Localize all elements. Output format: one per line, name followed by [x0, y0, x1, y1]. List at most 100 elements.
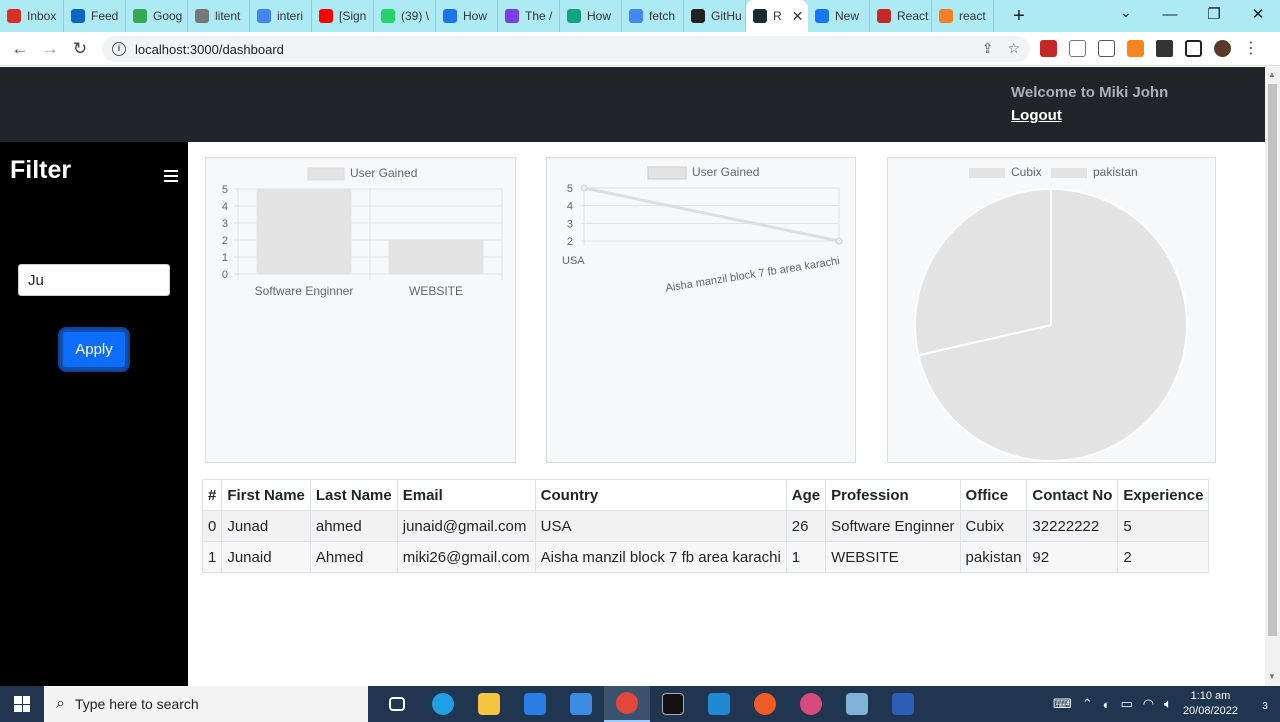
browser-tab[interactable]: fetch — [622, 0, 684, 32]
site-info-icon[interactable]: i — [112, 42, 126, 56]
filter-sidebar: Filter Apply — [0, 142, 188, 686]
table-cell: Junaid — [221, 541, 311, 573]
tab-active[interactable]: R ✕ — [746, 0, 808, 32]
edge-icon[interactable] — [420, 686, 466, 722]
tab-label: Feed — [91, 9, 119, 23]
column-header: Contact No — [1026, 479, 1119, 511]
table-cell: 1 — [201, 541, 223, 573]
volume-icon[interactable]: 🔈︎ — [1164, 696, 1172, 712]
scroll-down-arrow-icon[interactable]: ▼ — [1268, 672, 1276, 681]
browser-tab[interactable]: How — [436, 0, 498, 32]
scrollbar-thumb[interactable] — [1268, 84, 1277, 636]
table-cell: 32222222 — [1026, 510, 1119, 542]
new-tab-icon[interactable]: + — [1004, 5, 1034, 28]
browser-tab[interactable]: Feed — [64, 0, 126, 32]
battery-icon[interactable]: ▭ — [1120, 696, 1132, 712]
browser-tab[interactable]: The / — [498, 0, 560, 32]
tab-close-icon[interactable]: ✕ — [792, 8, 804, 25]
y-tick-label: 1 — [222, 252, 228, 264]
y-tick-label: 5 — [222, 184, 228, 196]
browser-tab[interactable]: [Sign — [312, 0, 374, 32]
edit-extension-icon[interactable] — [1069, 39, 1086, 57]
start-button[interactable] — [0, 686, 44, 722]
data-point — [835, 237, 843, 245]
filter-input[interactable] — [18, 264, 170, 296]
browser-tab[interactable]: litent — [188, 0, 250, 32]
legend-label: User Gained — [350, 166, 417, 180]
tab-search-chevron-icon[interactable]: ⌄ — [1120, 4, 1132, 21]
clock-time: 1:10 am — [1190, 690, 1231, 702]
chrome-profile-icon[interactable] — [788, 686, 834, 722]
meet-icon[interactable]: ◐ — [1103, 697, 1111, 712]
legend-swatch — [307, 167, 345, 181]
table-cell: Ahmed — [309, 541, 398, 573]
profile-avatar[interactable] — [1214, 39, 1231, 57]
metamask-icon[interactable] — [1127, 39, 1144, 57]
browser-tab[interactable]: Inbox — [0, 0, 64, 32]
store-icon[interactable] — [512, 686, 558, 722]
share-icon[interactable]: ⇪ — [982, 40, 994, 57]
file-explorer-icon[interactable] — [466, 686, 512, 722]
tab-label: [Sign — [339, 9, 367, 23]
y-tick-label: 4 — [567, 201, 573, 213]
tray-chevron-icon[interactable]: ⌃ — [1082, 696, 1093, 712]
line-chart-card: User Gained 2 3 4 5 USA Aisha manzil block 7 f… — [546, 157, 856, 463]
terminal-icon[interactable] — [650, 686, 696, 722]
postman-icon[interactable] — [742, 686, 788, 722]
vscode-icon[interactable] — [696, 686, 742, 722]
table-cell: 2 — [1117, 541, 1210, 573]
task-view-icon[interactable] — [374, 686, 420, 722]
windows-taskbar: ⌕ Type here to search ⌨ ⌃ ◐ ▭ ◠ 🔈︎ 1:10 … — [0, 686, 1280, 722]
column-header: First Name — [221, 479, 311, 511]
scroll-up-arrow-icon[interactable]: ▲ — [1268, 70, 1276, 79]
keyboard-icon[interactable]: ⌨ — [1053, 696, 1072, 712]
mail-icon[interactable] — [558, 686, 604, 722]
browser-tab[interactable]: How — [560, 0, 622, 32]
tab-favicon-icon — [195, 9, 209, 23]
hamburger-menu-icon[interactable] — [164, 170, 178, 185]
tab-favicon-icon — [567, 9, 581, 23]
logout-link[interactable]: Logout — [1011, 107, 1062, 124]
wifi-icon[interactable]: ◠ — [1143, 696, 1154, 712]
browser-tab[interactable]: (39) \ — [374, 0, 436, 32]
notes-app-icon[interactable] — [834, 686, 880, 722]
browser-tab[interactable]: Goog — [126, 0, 188, 32]
clock[interactable]: 1:10 am 20/08/2022 — [1183, 689, 1238, 719]
apply-button[interactable]: Apply — [60, 329, 128, 370]
extension-icons: ⋮ — [1040, 38, 1259, 58]
restore-icon[interactable]: ❐ — [1192, 0, 1236, 32]
extensions-puzzle-icon[interactable] — [1156, 39, 1173, 57]
column-header: Country — [534, 479, 787, 511]
close-window-icon[interactable]: ✕ — [1236, 0, 1280, 32]
table-cell: Aisha manzil block 7 fb area karachi — [534, 541, 787, 573]
extension-red-icon[interactable] — [1040, 39, 1057, 57]
tab-favicon-icon — [381, 9, 395, 23]
browser-tab[interactable]: GitHu — [684, 0, 746, 32]
tab-favicon-icon — [133, 9, 147, 23]
y-tick-label: 0 — [222, 269, 228, 281]
bar-chart: User Gained 0 1 2 3 4 5 Software Enginner WEBSIT… — [222, 166, 503, 298]
table-cell: ahmed — [309, 510, 398, 542]
side-panel-icon[interactable] — [1185, 39, 1202, 57]
forward-icon[interactable]: → — [35, 39, 65, 59]
series-line — [583, 186, 840, 243]
browser-tab[interactable]: React — [870, 0, 932, 32]
table-cell: Software Enginner — [825, 510, 961, 542]
browser-tab[interactable]: New — [808, 0, 870, 32]
page-scrollbar[interactable]: ▲ ▼ — [1265, 67, 1280, 686]
back-icon[interactable]: ← — [5, 39, 35, 59]
tab-label: react — [959, 9, 986, 23]
browser-tab[interactable]: react — [932, 0, 994, 32]
minimize-icon[interactable]: — — [1148, 0, 1192, 32]
notification-icon[interactable]: 3 — [1250, 696, 1280, 713]
chrome-icon[interactable] — [604, 686, 650, 722]
taskbar-search[interactable]: ⌕ Type here to search — [44, 686, 368, 722]
reload-icon[interactable]: ↻ — [65, 39, 95, 59]
bookmark-star-icon[interactable]: ☆ — [1007, 40, 1020, 57]
browser-tab[interactable]: interi — [250, 0, 312, 32]
tab-label: litent — [215, 9, 241, 23]
browser-menu-icon[interactable]: ⋮ — [1243, 38, 1259, 58]
json-extension-icon[interactable] — [1098, 39, 1115, 57]
word-icon[interactable] — [880, 686, 926, 722]
address-bar[interactable]: i localhost:3000/dashboard ⇪ ☆ — [102, 36, 1030, 62]
